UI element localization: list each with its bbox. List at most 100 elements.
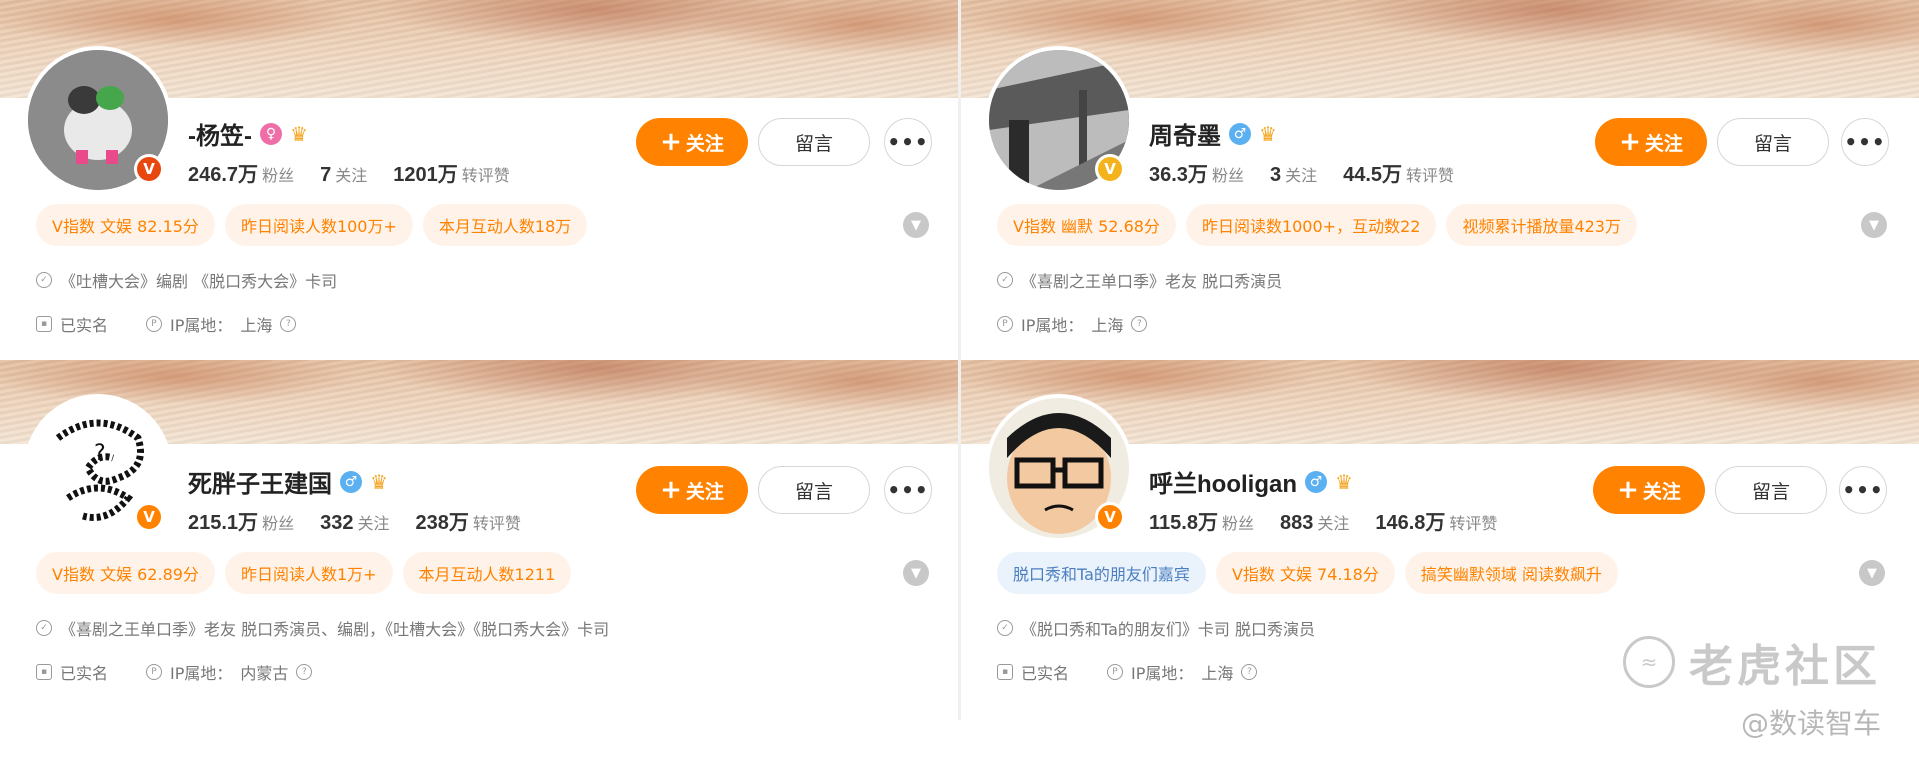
tag-guest[interactable]: 脱口秀和Ta的朋友们嘉宾	[997, 552, 1206, 594]
more-options-button[interactable]: •••	[884, 118, 932, 166]
ip-icon: P	[146, 664, 163, 680]
verified-label: 已实名	[1021, 664, 1070, 683]
interactions-count: 238万	[415, 512, 469, 534]
message-button[interactable]: 留言	[758, 118, 870, 166]
help-icon[interactable]: ?	[1241, 664, 1258, 680]
shield-icon: ✓	[997, 272, 1013, 288]
interactions-count: 44.5万	[1343, 164, 1403, 186]
following-stat[interactable]: 883 关注	[1280, 510, 1349, 535]
shield-icon: ✓	[36, 620, 52, 636]
message-button[interactable]: 留言	[758, 466, 870, 514]
help-icon[interactable]: ?	[296, 664, 313, 680]
profile-card-wangjianguo: ? V 死胖子王建国 ♂ ♛ 215.1万 粉丝 332 关注 238万 转评赞 + 关…	[0, 360, 958, 720]
follow-label: 关注	[1642, 480, 1681, 503]
interactions-stat: 238万 转评赞	[415, 506, 520, 535]
ip-location: 上海	[1201, 664, 1234, 683]
verified-label: 已实名	[60, 664, 109, 683]
help-icon[interactable]: ?	[280, 316, 297, 332]
bio-line: ✓ 《吐槽大会》编剧 《脱口秀大会》卡司	[36, 268, 337, 292]
message-button[interactable]: 留言	[1717, 118, 1829, 166]
fans-stat[interactable]: 115.8万 粉丝	[1149, 506, 1254, 535]
tag-interactions[interactable]: 本月互动人数1211	[402, 552, 572, 594]
following-count: 883	[1279, 512, 1314, 534]
tiger-logo-icon: ≈	[1623, 636, 1675, 688]
meta-line: ▪ 已实名 P IP属地： 上海 ?	[997, 660, 1258, 684]
profile-card-zhouqimo: V 周奇墨 ♂ ♛ 36.3万 粉丝 3 关注 44.5万 转评赞 + 关注 留言 ••…	[961, 0, 1919, 360]
crown-icon: ♛	[1334, 469, 1353, 494]
plus-icon: +	[660, 475, 682, 505]
crown-icon: ♛	[370, 469, 388, 494]
fans-count: 115.8万	[1149, 512, 1218, 534]
message-button[interactable]: 留言	[1715, 466, 1827, 514]
follow-button[interactable]: + 关注	[1593, 466, 1705, 514]
more-options-button[interactable]: •••	[1839, 466, 1887, 514]
plus-icon: +	[1619, 127, 1641, 157]
following-label: 关注	[357, 514, 390, 533]
following-label: 关注	[1285, 166, 1318, 185]
chevron-down-icon[interactable]: ▼	[1859, 560, 1885, 586]
interactions-label: 转评赞	[461, 166, 510, 185]
following-count: 3	[1269, 164, 1282, 186]
interactions-stat: 1201万 转评赞	[393, 158, 510, 187]
tag-v-index[interactable]: V指数 文娱 62.89分	[36, 552, 215, 594]
tag-reads[interactable]: 昨日阅读人数1万+	[224, 552, 393, 594]
follow-button[interactable]: + 关注	[636, 466, 748, 514]
following-count: 332	[320, 512, 354, 534]
following-stat[interactable]: 332 关注	[320, 510, 389, 535]
ip-location: 上海	[240, 316, 273, 335]
tag-v-index[interactable]: V指数 文娱 82.15分	[36, 204, 215, 246]
watermark-brand: 老虎社区	[1689, 641, 1881, 692]
orange-v-badge-icon: V	[134, 502, 164, 532]
chevron-down-icon[interactable]: ▼	[903, 560, 929, 586]
follow-button[interactable]: + 关注	[636, 118, 748, 166]
interactions-label: 转评赞	[472, 514, 521, 533]
bio-line: ✓ 《喜剧之王单口季》老友 脱口秀演员、编剧，《吐槽大会》《脱口秀大会》卡司	[36, 616, 609, 640]
interactions-label: 转评赞	[1406, 166, 1455, 185]
meta-line: ▪ 已实名 P IP属地： 上海 ?	[36, 312, 297, 336]
following-stat[interactable]: 3 关注	[1270, 162, 1317, 187]
id-card-icon: ▪	[997, 664, 1013, 680]
help-icon[interactable]: ?	[1131, 316, 1148, 332]
more-options-button[interactable]: •••	[1841, 118, 1889, 166]
follow-label: 关注	[685, 132, 724, 155]
tag-reads[interactable]: 昨日阅读人数100万+	[224, 204, 413, 246]
tag-video-plays[interactable]: 视频累计播放量423万	[1446, 204, 1637, 246]
chevron-down-icon[interactable]: ▼	[903, 212, 929, 238]
tag-reads[interactable]: 昨日阅读数1000+，互动数22	[1185, 204, 1437, 246]
interactions-count: 1201万	[393, 164, 458, 186]
bio-line: ✓ 《脱口秀和Ta的朋友们》卡司 脱口秀演员	[997, 616, 1315, 640]
chevron-down-icon[interactable]: ▼	[1861, 212, 1887, 238]
bio-text: 《喜剧之王单口季》老友 脱口秀演员	[1021, 272, 1283, 291]
fans-stat[interactable]: 246.7万 粉丝	[188, 158, 294, 187]
yellow-v-badge-icon: V	[1095, 154, 1125, 184]
ip-prefix: IP属地：	[1021, 316, 1084, 335]
profile-name: 周奇墨	[1149, 123, 1221, 150]
ip-prefix: IP属地：	[170, 664, 233, 683]
tag-v-index[interactable]: V指数 幽默 52.68分	[997, 204, 1176, 246]
fans-label: 粉丝	[1211, 166, 1244, 185]
watermark-logo: ≈ 老虎社区	[1623, 630, 1881, 694]
fans-stat[interactable]: 36.3万 粉丝	[1149, 158, 1244, 187]
more-options-button[interactable]: •••	[884, 466, 932, 514]
following-label: 关注	[1317, 514, 1350, 533]
shield-icon: ✓	[997, 620, 1013, 636]
fans-label: 粉丝	[262, 166, 295, 185]
tag-interactions[interactable]: 本月互动人数18万	[422, 204, 588, 246]
ip-prefix: IP属地：	[170, 316, 233, 335]
orange-v-badge-icon: V	[1095, 502, 1125, 532]
fans-count: 36.3万	[1149, 164, 1208, 186]
tag-reads-rising[interactable]: 搞笑幽默领域 阅读数飙升	[1404, 552, 1618, 594]
male-icon: ♂	[1229, 122, 1251, 145]
male-icon: ♂	[340, 470, 362, 493]
ip-icon: P	[1107, 664, 1124, 680]
following-stat[interactable]: 7 关注	[320, 162, 367, 187]
verified-label: 已实名	[60, 316, 109, 335]
fans-stat[interactable]: 215.1万 粉丝	[188, 506, 294, 535]
fans-label: 粉丝	[262, 514, 295, 533]
ip-location: 上海	[1091, 316, 1124, 335]
tag-v-index[interactable]: V指数 文娱 74.18分	[1215, 552, 1395, 594]
profile-name: 死胖子王建国	[188, 471, 332, 498]
svg-text:?: ?	[94, 441, 106, 466]
follow-button[interactable]: + 关注	[1595, 118, 1707, 166]
bio-text: 《喜剧之王单口季》老友 脱口秀演员、编剧，《吐槽大会》《脱口秀大会》卡司	[60, 620, 610, 639]
